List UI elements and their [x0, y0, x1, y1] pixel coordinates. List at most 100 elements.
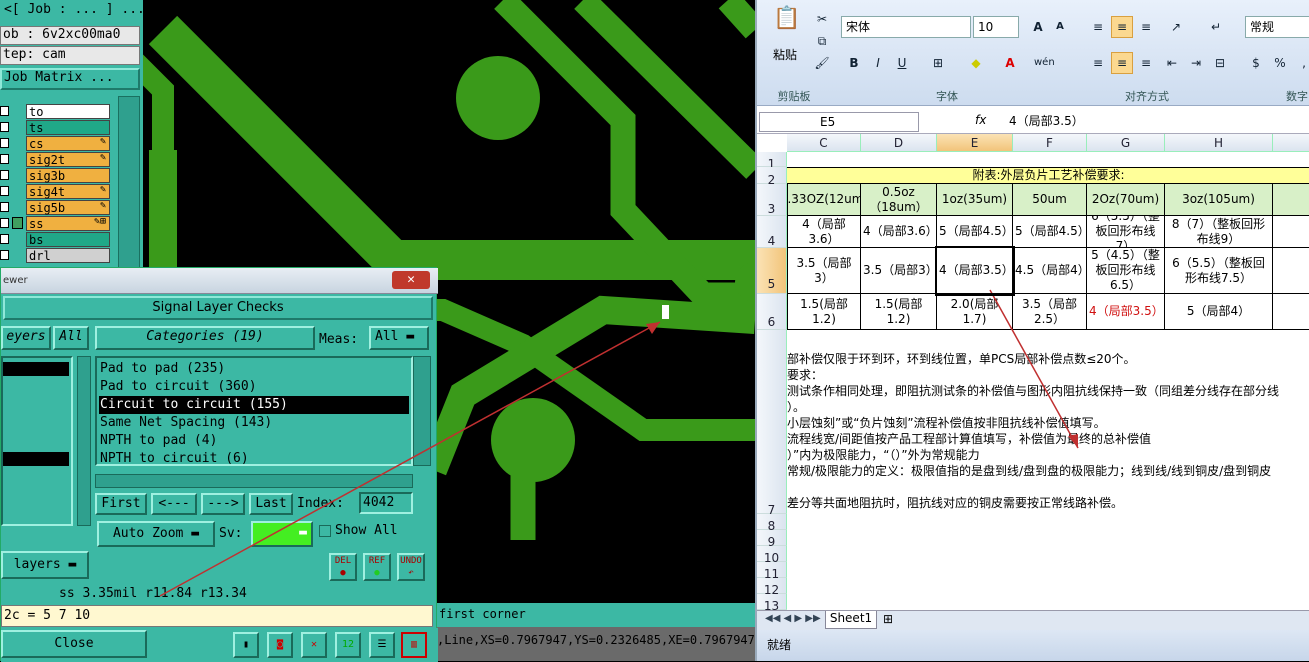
- category-item[interactable]: Pad to pad (235): [99, 360, 409, 378]
- row-header[interactable]: 9: [757, 530, 787, 549]
- category-item[interactable]: Same Net Spacing (143): [99, 414, 409, 432]
- undo-button[interactable]: UNDO ↶: [397, 553, 425, 581]
- layer-checkbox[interactable]: [0, 122, 9, 132]
- table-cell-partial[interactable]: [1273, 294, 1309, 330]
- border-icon[interactable]: ⊞: [927, 52, 949, 74]
- table-cell[interactable]: 4（局部3.5）: [935, 246, 1015, 296]
- category-horizontal-scrollbar[interactable]: [95, 474, 413, 488]
- row-header[interactable]: 8: [757, 514, 787, 533]
- formula-input[interactable]: 4（局部3.5）: [1003, 112, 1309, 132]
- bold-icon[interactable]: B: [843, 52, 865, 74]
- row-header[interactable]: 10: [757, 546, 787, 565]
- merge-cells-icon[interactable]: ⊟: [1209, 52, 1231, 74]
- category-item[interactable]: NPTH to circuit (6): [99, 450, 409, 468]
- table-cell[interactable]: 1.5(局部1.2): [787, 294, 861, 330]
- table-cell[interactable]: 2Oz(70um): [1087, 184, 1165, 216]
- column-header-partial[interactable]: [1273, 134, 1309, 152]
- number-format-select[interactable]: 常规: [1245, 16, 1309, 38]
- table-cell[interactable]: 3.5（局部2.5）: [1013, 294, 1087, 330]
- show-all-checkbox[interactable]: [319, 525, 331, 537]
- layer-row[interactable]: sig2t ✎: [0, 152, 112, 167]
- layer-name[interactable]: drl: [26, 248, 110, 263]
- layer-name[interactable]: sig5b: [26, 200, 110, 215]
- name-box[interactable]: E5: [759, 112, 919, 132]
- spreadsheet-grid[interactable]: CDEFGH12345678910111213附表:外层负片工艺补偿要求:0.3…: [757, 134, 1309, 610]
- column-header[interactable]: C: [787, 134, 861, 152]
- table-cell[interactable]: 3.5（局部3）: [861, 248, 937, 294]
- sheet-nav-icon[interactable]: ◀◀ ◀ ▶ ▶▶: [765, 613, 821, 624]
- last-button[interactable]: Last: [249, 493, 293, 515]
- layer-list-scroll[interactable]: [77, 356, 91, 526]
- table-cell[interactable]: 8（7）（整板回形布线9）: [1165, 216, 1273, 248]
- row-header[interactable]: 6: [757, 294, 787, 330]
- fill-color-icon[interactable]: ◆: [965, 52, 987, 74]
- orientation-icon[interactable]: ↗: [1165, 16, 1187, 38]
- table-cell[interactable]: 4.5（局部4）: [1013, 248, 1087, 294]
- column-header[interactable]: E: [937, 134, 1013, 152]
- del-button[interactable]: DEL ●: [329, 553, 357, 581]
- layer-checkbox[interactable]: [0, 202, 9, 212]
- layer-checkbox[interactable]: [0, 106, 9, 116]
- layer-name[interactable]: cs: [26, 136, 110, 151]
- underline-icon[interactable]: U: [891, 52, 913, 74]
- table-cell[interactable]: 50um: [1013, 184, 1087, 216]
- font-color-icon[interactable]: A: [999, 52, 1021, 74]
- layer-select-list[interactable]: [1, 356, 73, 526]
- row-header[interactable]: 1: [757, 152, 787, 171]
- layer-checkbox[interactable]: [0, 250, 9, 260]
- layer-checkbox[interactable]: [0, 154, 9, 164]
- layer-row[interactable]: drl: [0, 248, 112, 263]
- table-title[interactable]: 附表:外层负片工艺补偿要求:: [787, 167, 1309, 184]
- layer-row[interactable]: ts: [0, 120, 112, 135]
- copy-icon[interactable]: ⧉: [811, 30, 833, 52]
- table-cell[interactable]: 3oz(105um): [1165, 184, 1273, 216]
- chart-icon[interactable]: ▥: [401, 632, 427, 658]
- row-header[interactable]: 3: [757, 184, 787, 216]
- layer-row[interactable]: sig3b: [0, 168, 112, 183]
- sv-color-dropdown[interactable]: ▬: [251, 521, 313, 547]
- row-header[interactable]: 11: [757, 562, 787, 581]
- row-header[interactable]: 13: [757, 594, 787, 610]
- layer-row[interactable]: sig4t ✎: [0, 184, 112, 199]
- cut-icon[interactable]: ✂: [811, 8, 833, 30]
- align-middle-icon[interactable]: ≡: [1111, 16, 1133, 38]
- cross-icon[interactable]: ✕: [301, 632, 327, 658]
- percent-icon[interactable]: %: [1269, 52, 1291, 74]
- layer-row[interactable]: bs: [0, 232, 112, 247]
- table-cell[interactable]: 6（5.5）（整板回形布线7）: [1087, 216, 1165, 248]
- table-cell[interactable]: 5（局部4.5）: [1013, 216, 1087, 248]
- increase-indent-icon[interactable]: ⇥: [1185, 52, 1207, 74]
- layer-checkbox[interactable]: [0, 170, 9, 180]
- job-matrix-button[interactable]: Job Matrix ...: [0, 68, 140, 90]
- all-layers-button[interactable]: All: [53, 326, 89, 350]
- table-cell[interactable]: 5（局部4）: [1165, 294, 1273, 330]
- layer-checkbox[interactable]: [0, 234, 9, 244]
- column-header[interactable]: D: [861, 134, 937, 152]
- row-header[interactable]: 12: [757, 578, 787, 597]
- meas-dropdown[interactable]: All ▬: [369, 326, 429, 350]
- italic-icon[interactable]: I: [867, 52, 889, 74]
- align-top-icon[interactable]: ≡: [1087, 16, 1109, 38]
- table-cell-partial[interactable]: [1273, 248, 1309, 294]
- comma-icon[interactable]: ,: [1293, 52, 1309, 74]
- category-item[interactable]: Circuit to circuit (155): [99, 396, 409, 414]
- table-cell[interactable]: 0.5oz（18um）: [861, 184, 937, 216]
- categories-button[interactable]: Categories (19): [95, 326, 315, 350]
- layer-name[interactable]: sig3b: [26, 168, 110, 183]
- row-header[interactable]: 7: [757, 330, 787, 517]
- table-cell[interactable]: 5（局部4.5）: [937, 216, 1013, 248]
- layer-name[interactable]: ts: [26, 120, 110, 135]
- fx-icon[interactable]: fx: [975, 113, 986, 127]
- layer-name[interactable]: bs: [26, 232, 110, 247]
- paste-icon[interactable]: 📋: [771, 8, 803, 42]
- category-list[interactable]: Pad to pad (235) Pad to circuit (360) Circ…: [95, 356, 413, 466]
- table-cell[interactable]: 1oz(35um): [937, 184, 1013, 216]
- table-cell[interactable]: 4（局部3.6）: [861, 216, 937, 248]
- align-bottom-icon[interactable]: ≡: [1135, 16, 1157, 38]
- category-vertical-scrollbar[interactable]: [413, 356, 431, 466]
- table-cell[interactable]: 1.5(局部1.2): [861, 294, 937, 330]
- table-cell-partial[interactable]: [1273, 216, 1309, 248]
- row-header[interactable]: 2: [757, 167, 787, 187]
- auto-zoom-dropdown[interactable]: Auto Zoom ▬: [97, 521, 215, 547]
- close-button[interactable]: Close: [1, 630, 147, 658]
